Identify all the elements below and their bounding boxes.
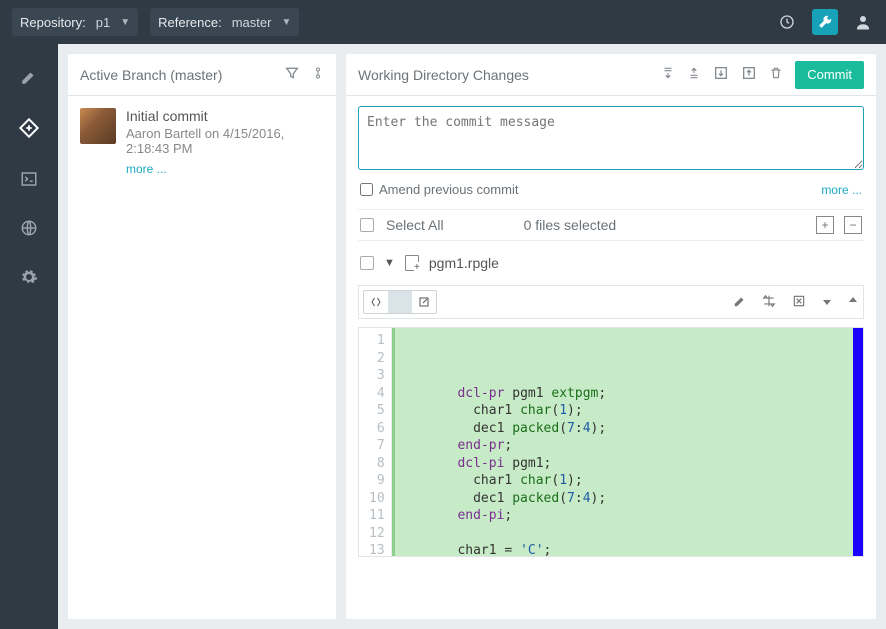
topbar: Repository: p1 ▼ Reference: master ▼ bbox=[0, 0, 886, 44]
file-checkbox[interactable] bbox=[360, 256, 374, 270]
tools-icon[interactable] bbox=[812, 9, 838, 35]
line-gutter: 12345678910111213 bbox=[359, 328, 392, 556]
content-area: Active Branch (master) Initial commit Aa… bbox=[58, 44, 886, 629]
commit-more-link[interactable]: more ... bbox=[126, 162, 167, 176]
new-file-icon bbox=[405, 255, 419, 271]
commit-button[interactable]: Commit bbox=[795, 61, 864, 89]
diff-view-external[interactable] bbox=[412, 291, 436, 313]
avatar bbox=[80, 108, 116, 144]
diff-toolbar bbox=[358, 285, 864, 319]
next-diff-icon[interactable] bbox=[821, 294, 833, 311]
amend-checkbox[interactable] bbox=[360, 183, 373, 196]
chevron-down-icon: ▼ bbox=[281, 17, 291, 28]
stash-pop-icon[interactable] bbox=[713, 65, 729, 84]
branch-panel-title: Active Branch (master) bbox=[80, 67, 274, 83]
expand-icon[interactable]: + bbox=[816, 216, 834, 234]
user-icon[interactable] bbox=[852, 11, 874, 33]
changes-body: Amend previous commit more ... Select Al… bbox=[346, 96, 876, 567]
select-all-row: Select All 0 files selected + − bbox=[358, 209, 864, 241]
prev-diff-icon[interactable] bbox=[847, 294, 859, 311]
code-content[interactable]: dcl-pr pgm1 extpgm; char1 char(1); dec1 … bbox=[392, 328, 863, 556]
commit-item[interactable]: Initial commit Aaron Bartell on 4/15/201… bbox=[80, 108, 324, 176]
select-all-label[interactable]: Select All bbox=[386, 217, 444, 233]
globe-icon[interactable] bbox=[20, 219, 38, 240]
changes-panel-title: Working Directory Changes bbox=[358, 67, 651, 83]
reference-value: master bbox=[228, 15, 276, 30]
changes-more-link[interactable]: more ... bbox=[821, 183, 862, 197]
trash-icon[interactable] bbox=[769, 65, 783, 84]
filter-icon[interactable] bbox=[284, 65, 300, 84]
file-name: pgm1.rpgle bbox=[429, 255, 499, 271]
collapse-icon[interactable]: − bbox=[844, 216, 862, 234]
edit-diff-icon[interactable] bbox=[733, 294, 747, 311]
commit-message-input[interactable] bbox=[358, 106, 864, 170]
diff-viewer: 12345678910111213 dcl-pr pgm1 extpgm; ch… bbox=[358, 327, 864, 557]
diff-view-unified[interactable] bbox=[388, 291, 412, 313]
repo-selector[interactable]: Repository: p1 ▼ bbox=[12, 8, 138, 36]
changes-panel-header: Working Directory Changes Commit bbox=[346, 54, 876, 96]
reference-selector[interactable]: Reference: master ▼ bbox=[150, 8, 299, 36]
amend-label: Amend previous commit bbox=[379, 182, 518, 197]
commit-meta: Aaron Bartell on 4/15/2016, 2:18:43 PM bbox=[126, 126, 324, 156]
repo-value: p1 bbox=[92, 15, 114, 30]
repo-label: Repository: bbox=[20, 15, 86, 30]
file-row[interactable]: ▼ pgm1.rpgle bbox=[358, 249, 864, 277]
left-nav bbox=[0, 44, 58, 629]
diff-view-inline[interactable] bbox=[364, 291, 388, 313]
chevron-down-icon[interactable]: ▼ bbox=[384, 257, 395, 269]
branch-panel-header: Active Branch (master) bbox=[68, 54, 336, 96]
branch-panel: Active Branch (master) Initial commit Aa… bbox=[68, 54, 336, 619]
terminal-icon[interactable] bbox=[20, 170, 38, 191]
changes-panel: Working Directory Changes Commit Amend p… bbox=[346, 54, 876, 619]
diff-view-toggle bbox=[363, 290, 437, 314]
scrollbar[interactable] bbox=[853, 328, 863, 556]
selected-count: 0 files selected bbox=[524, 217, 617, 233]
commit-list: Initial commit Aaron Bartell on 4/15/201… bbox=[68, 96, 336, 188]
reference-label: Reference: bbox=[158, 15, 222, 30]
stage-down-icon[interactable] bbox=[661, 65, 675, 84]
git-icon[interactable] bbox=[18, 117, 40, 142]
chevron-down-icon: ▼ bbox=[120, 17, 130, 28]
stage-up-icon[interactable] bbox=[687, 65, 701, 84]
wrap-icon[interactable] bbox=[791, 294, 807, 311]
gear-icon[interactable] bbox=[20, 268, 38, 289]
branch-icon[interactable] bbox=[312, 65, 324, 84]
amend-row: Amend previous commit more ... bbox=[358, 178, 864, 201]
stash-push-icon[interactable] bbox=[741, 65, 757, 84]
history-icon[interactable] bbox=[776, 11, 798, 33]
edit-icon[interactable] bbox=[20, 68, 38, 89]
topbar-actions bbox=[776, 9, 874, 35]
main-container: Active Branch (master) Initial commit Aa… bbox=[0, 44, 886, 629]
select-all-checkbox[interactable] bbox=[360, 218, 374, 232]
compare-icon[interactable] bbox=[761, 294, 777, 311]
commit-subject: Initial commit bbox=[126, 108, 324, 124]
